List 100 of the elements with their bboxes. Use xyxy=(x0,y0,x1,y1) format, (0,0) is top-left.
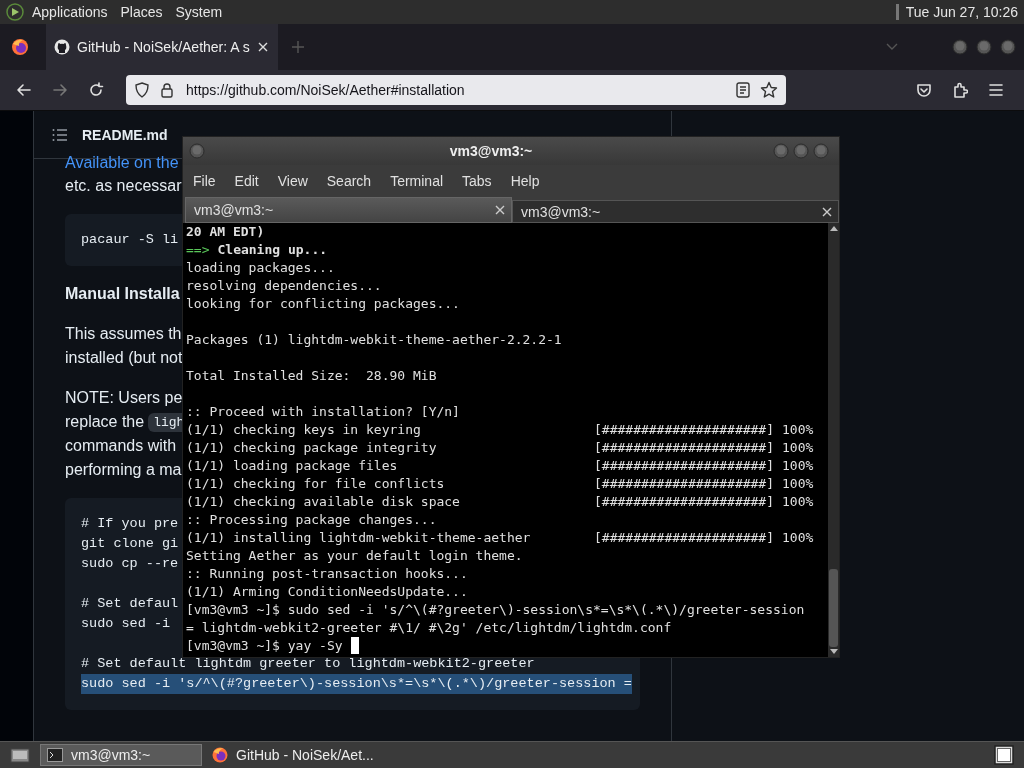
percent-text: 100% xyxy=(782,439,814,457)
terminal-icon xyxy=(47,748,63,762)
progress-bar-text: [#####################] xyxy=(594,421,774,439)
paragraph-text: installed (but not xyxy=(65,348,183,368)
close-icon[interactable] xyxy=(495,205,505,215)
code-line: sudo sed -i xyxy=(81,615,171,633)
terminal-line: :: Running post-transaction hooks... xyxy=(186,565,468,583)
paragraph-text: replace the xyxy=(65,412,145,432)
progress-bar-text: [#####################] xyxy=(594,439,774,457)
address-bar[interactable]: https://github.com/NoiSek/Aether#installation xyxy=(126,75,786,105)
percent-text: 100% xyxy=(782,493,814,511)
terminal-line: = lightdm-webkit2-greeter #\1/ #\2g' /etc/lightdm/lightdm.conf xyxy=(186,619,672,637)
scroll-up-icon[interactable] xyxy=(829,225,838,231)
terminal-line: :: Processing package changes... xyxy=(186,511,437,529)
firefox-icon[interactable] xyxy=(11,38,29,56)
window-control-icon[interactable] xyxy=(793,143,809,159)
scroll-down-icon[interactable] xyxy=(829,649,838,655)
terminal-line: loading packages... xyxy=(186,259,335,277)
progress-bar-text: [#####################] xyxy=(594,529,774,547)
taskbar-button[interactable]: GitHub - NoiSek/Aet... xyxy=(206,744,386,766)
menu-item[interactable]: Terminal xyxy=(390,173,444,189)
lock-icon xyxy=(160,82,174,98)
progress-bar-text: [#####################] xyxy=(594,475,774,493)
menu-icon[interactable] xyxy=(988,82,1004,98)
scrollbar-thumb[interactable] xyxy=(829,569,838,647)
menu-item[interactable]: View xyxy=(277,173,308,189)
menu-item[interactable]: File xyxy=(193,173,216,189)
readme-title: README.md xyxy=(82,126,168,143)
percent-text: 100% xyxy=(782,457,814,475)
terminal-line: (1/1) checking available disk space xyxy=(186,493,461,511)
pocket-icon[interactable] xyxy=(916,82,932,98)
reload-icon[interactable] xyxy=(88,82,104,98)
menu-item[interactable]: Tabs xyxy=(462,173,492,189)
close-icon[interactable] xyxy=(258,42,268,52)
terminal-tab[interactable]: vm3@vm3:~ xyxy=(185,197,512,223)
list-icon[interactable] xyxy=(52,127,68,142)
terminal-line: (1/1) Arming ConditionNeedsUpdate... xyxy=(186,583,468,601)
menu-item[interactable]: Help xyxy=(510,173,540,189)
percent-text: 100% xyxy=(782,529,814,547)
percent-text: 100% xyxy=(782,421,814,439)
taskbar-button[interactable]: vm3@vm3:~ xyxy=(40,744,202,766)
shield-icon xyxy=(134,82,150,98)
window-menu-icon[interactable] xyxy=(189,143,205,159)
back-icon[interactable] xyxy=(16,82,32,98)
terminal-line: resolving dependencies... xyxy=(186,277,382,295)
extensions-icon[interactable] xyxy=(952,82,968,98)
menu-item[interactable]: Search xyxy=(326,173,372,189)
scrollbar[interactable] xyxy=(828,223,839,657)
show-desktop-icon[interactable] xyxy=(10,746,30,764)
code-line: git clone gi xyxy=(81,535,179,553)
panel-menu[interactable]: Places xyxy=(120,4,163,20)
clock[interactable]: Tue Jun 27, 10:26 xyxy=(905,4,1018,20)
window-title: vm3@vm3:~ xyxy=(448,143,534,159)
browser-tab[interactable]: GitHub - NoiSek/Aether: A s xyxy=(46,24,278,70)
section-heading: Manual Installa xyxy=(65,284,180,304)
terminal-line: (1/1) installing lightdm-webkit-theme-aether xyxy=(186,529,532,547)
terminal-line: [vm3@vm3 ~]$ sudo sed -i 's/^\(#?greeter\)-session\s*=\s*\(.*\)/greeter-session xyxy=(186,601,805,619)
distro-logo-icon[interactable] xyxy=(6,3,24,21)
reader-view-icon[interactable] xyxy=(736,82,750,98)
terminal-line: looking for conflicting packages... xyxy=(186,295,460,313)
terminal-line: (1/1) checking for file conflicts xyxy=(186,475,446,493)
code-line: # Set defaul xyxy=(81,595,179,613)
code-line: pacaur -S li xyxy=(81,231,179,249)
text-link[interactable]: Available on the xyxy=(65,152,179,174)
terminal-line: [vm3@vm3 ~]$ yay -Sy xyxy=(186,637,343,655)
window-control-icon[interactable] xyxy=(773,143,789,159)
star-icon[interactable] xyxy=(760,81,778,99)
code-line: # If you pre xyxy=(81,515,179,533)
terminal-line: Cleaning up... xyxy=(217,241,328,259)
paragraph-text: performing a ma xyxy=(65,460,182,480)
paragraph-text: commands with xyxy=(65,436,177,456)
window-control-icon[interactable] xyxy=(976,39,992,55)
progress-bar-text: [#####################] xyxy=(594,457,774,475)
firefox-icon xyxy=(212,747,228,763)
panel-menu[interactable]: Applications xyxy=(32,4,108,20)
paragraph-text: This assumes th xyxy=(65,324,182,344)
workspace-icon[interactable] xyxy=(994,745,1014,765)
arrow-prefix: ==> xyxy=(186,241,210,259)
terminal-line: Setting Aether as your default login theme. xyxy=(186,547,523,565)
terminal-line: (1/1) loading package files xyxy=(186,457,399,475)
cursor xyxy=(350,637,359,654)
url-text: https://github.com/NoiSek/Aether#installation xyxy=(186,82,465,98)
panel-menu[interactable]: System xyxy=(175,4,223,20)
window-control-icon[interactable] xyxy=(813,143,829,159)
terminal-tab[interactable]: vm3@vm3:~ xyxy=(512,200,839,223)
forward-icon[interactable] xyxy=(52,82,68,98)
tab-title: GitHub - NoiSek/Aether: A s xyxy=(77,39,251,55)
terminal-line: (1/1) checking package integrity xyxy=(186,439,438,457)
paragraph-text: etc. as necessar xyxy=(65,176,182,196)
terminal-line: Packages (1) lightdm-webkit-theme-aether-2.2.2-1 xyxy=(186,331,562,349)
terminal-line: 20 AM EDT) xyxy=(186,223,265,241)
percent-text: 100% xyxy=(782,475,814,493)
close-icon[interactable] xyxy=(822,206,832,217)
handle-icon xyxy=(895,4,899,20)
window-control-icon[interactable] xyxy=(1000,39,1016,55)
window-control-icon[interactable] xyxy=(952,39,968,55)
menu-item[interactable]: Edit xyxy=(234,173,259,189)
progress-bar-text: [#####################] xyxy=(594,493,774,511)
github-icon xyxy=(54,39,70,55)
code-line: # Set default lightdm greeter to lightdm-webkit2-greeter xyxy=(81,655,535,673)
